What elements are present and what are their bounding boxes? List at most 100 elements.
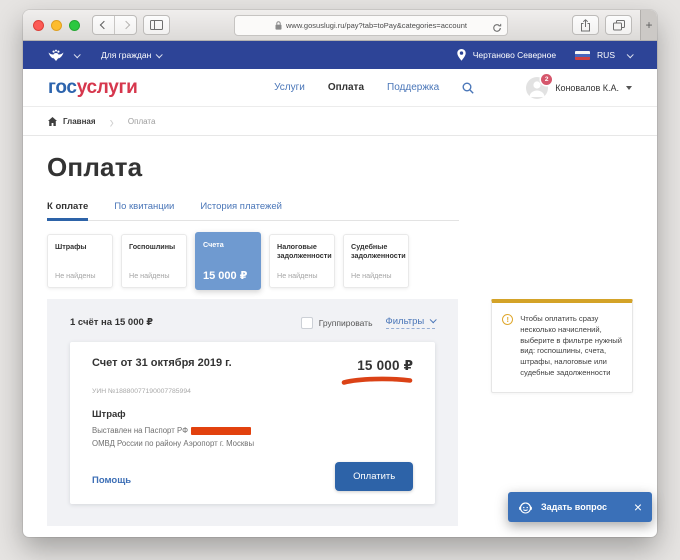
support-headset-icon bbox=[519, 501, 532, 514]
category-tax-debts[interactable]: Налоговые задолженности Не найдены bbox=[269, 234, 335, 288]
tab-history[interactable]: История платежей bbox=[200, 201, 282, 220]
category-title: Штрафы bbox=[55, 242, 87, 251]
desktop-background: www.gosuslugi.ru/pay?tab=toPay&categorie… bbox=[0, 0, 680, 560]
user-menu[interactable]: 2 Коновалов К.А. bbox=[526, 73, 632, 99]
group-label: Группировать bbox=[318, 317, 373, 328]
category-cards: Штрафы Не найдены Госпошлины Не найдены … bbox=[47, 232, 412, 290]
forward-icon bbox=[121, 20, 130, 30]
chat-label: Задать вопрос bbox=[541, 502, 608, 512]
gosuslugi-logo[interactable]: госуслуги bbox=[48, 77, 138, 99]
close-icon[interactable]: × bbox=[634, 500, 642, 514]
gov-top-bar: Для граждан Чертаново Северное RUS bbox=[23, 41, 657, 69]
category-fines[interactable]: Штрафы Не найдены bbox=[47, 234, 113, 288]
bill-type: Штраф bbox=[92, 409, 126, 420]
bills-summary: 1 счёт на 15 000 ₽ bbox=[70, 317, 154, 328]
filters-button[interactable]: Фильтры bbox=[385, 316, 437, 329]
breadcrumb-current: Оплата bbox=[127, 116, 156, 126]
search-icon[interactable] bbox=[462, 82, 474, 94]
bill-uin: УИН №18880077190007785994 bbox=[92, 388, 191, 395]
close-window-button[interactable] bbox=[33, 19, 44, 31]
bill-amount: 15 000 ₽ bbox=[357, 358, 414, 373]
chevron-down-icon bbox=[155, 50, 164, 58]
bill-issuer: ОМВД России по району Аэропорт г. Москвы bbox=[92, 439, 255, 448]
notification-badge: 2 bbox=[541, 73, 553, 85]
pay-button[interactable]: Оплатить bbox=[335, 462, 414, 491]
category-title: Налоговые задолженности bbox=[277, 242, 332, 260]
location-pin-icon bbox=[457, 49, 466, 61]
nav-payment[interactable]: Оплата bbox=[328, 82, 364, 93]
share-icon bbox=[581, 18, 590, 31]
red-marker-underline bbox=[341, 376, 413, 385]
main-content: Оплата К оплате По квитанции История пла… bbox=[23, 136, 657, 526]
reload-button[interactable] bbox=[492, 20, 502, 38]
home-icon bbox=[48, 116, 57, 126]
gov-emblem-menu[interactable] bbox=[48, 49, 81, 62]
help-link[interactable]: Помощь bbox=[92, 475, 131, 491]
bills-panel: 1 счёт на 15 000 ₽ Группировать Фильтры bbox=[47, 299, 459, 526]
site-header: госуслуги Услуги Оплата Поддержка 2 Коно… bbox=[23, 69, 657, 106]
user-name: Коновалов К.А. bbox=[555, 82, 619, 93]
sidebar-toggle-button[interactable] bbox=[143, 15, 170, 35]
tab-to-pay[interactable]: К оплате bbox=[47, 201, 89, 221]
filters-label: Фильтры bbox=[385, 316, 425, 327]
chevron-down-icon bbox=[626, 50, 634, 58]
category-title: Госпошлины bbox=[129, 242, 176, 251]
address-bar[interactable]: www.gosuslugi.ru/pay?tab=toPay&categorie… bbox=[234, 14, 508, 38]
new-tab-icon: + bbox=[645, 18, 653, 32]
logo-part-red: услуги bbox=[76, 76, 138, 98]
breadcrumb-home[interactable]: Главная bbox=[63, 117, 96, 126]
group-checkbox[interactable] bbox=[300, 316, 313, 329]
page-title: Оплата bbox=[47, 152, 143, 182]
coat-of-arms-icon bbox=[48, 49, 64, 61]
bill-card: Счет от 31 октября 2019 г. 15 000 ₽ УИН … bbox=[70, 342, 436, 504]
category-title: Счета bbox=[203, 240, 224, 249]
nav-support[interactable]: Поддержка bbox=[387, 82, 439, 93]
category-court-debts[interactable]: Судебные задолженности Не найдены bbox=[343, 234, 409, 288]
sidebar-icon bbox=[150, 20, 163, 30]
location-selector[interactable]: Чертаново Северное bbox=[473, 50, 556, 60]
minimize-window-button[interactable] bbox=[51, 19, 62, 31]
bill-issued-to: Выставлен на Паспорт РФ bbox=[92, 426, 188, 435]
zoom-window-button[interactable] bbox=[69, 19, 80, 31]
browser-window: www.gosuslugi.ru/pay?tab=toPay&categorie… bbox=[23, 10, 657, 537]
main-nav: Услуги Оплата Поддержка bbox=[274, 82, 474, 94]
url-text: www.gosuslugi.ru/pay?tab=toPay&categorie… bbox=[286, 20, 467, 30]
category-duties[interactable]: Госпошлины Не найдены bbox=[121, 234, 187, 288]
category-value: Не найдены bbox=[351, 271, 392, 280]
chevron-down-icon bbox=[429, 316, 437, 324]
new-tab-button[interactable]: + bbox=[640, 10, 657, 40]
category-title: Судебные задолженности bbox=[351, 242, 406, 260]
bill-title: Счет от 31 октября 2019 г. bbox=[92, 357, 232, 369]
reload-icon bbox=[493, 23, 502, 32]
window-controls bbox=[33, 19, 80, 31]
audience-selector[interactable]: Для граждан bbox=[101, 50, 164, 60]
category-value: Не найдены bbox=[277, 271, 318, 280]
tabs-icon bbox=[612, 19, 625, 30]
breadcrumb-separator-icon: › bbox=[109, 111, 114, 131]
breadcrumb: Главная › Оплата bbox=[23, 106, 657, 136]
browser-toolbar: www.gosuslugi.ru/pay?tab=toPay&categorie… bbox=[23, 10, 657, 41]
nav-services[interactable]: Услуги bbox=[274, 82, 305, 93]
tab-by-receipt[interactable]: По квитанции bbox=[114, 201, 174, 220]
alert-circle-icon: ! bbox=[502, 314, 514, 325]
chevron-down-icon bbox=[626, 85, 632, 90]
group-toggle[interactable]: Группировать bbox=[300, 316, 373, 329]
lock-icon bbox=[275, 20, 282, 30]
back-button[interactable] bbox=[93, 16, 114, 34]
tab-overview-button[interactable] bbox=[605, 15, 632, 35]
category-accounts-selected[interactable]: Счета 15 000 ₽ bbox=[195, 232, 261, 290]
logo-part-blue: гос bbox=[48, 76, 77, 98]
chevron-down-icon bbox=[73, 50, 81, 58]
language-selector[interactable]: RUS bbox=[597, 50, 615, 60]
forward-button[interactable] bbox=[114, 16, 136, 34]
avatar: 2 bbox=[526, 73, 553, 99]
payment-tabs: К оплате По квитанции История платежей bbox=[47, 201, 459, 221]
info-box: ! Чтобы оплатить сразу несколько начисле… bbox=[491, 299, 633, 393]
share-button[interactable] bbox=[572, 15, 599, 35]
history-nav-group bbox=[92, 15, 137, 35]
category-value: Не найдены bbox=[55, 271, 96, 280]
category-value: 15 000 ₽ bbox=[203, 270, 248, 282]
chat-widget[interactable]: Задать вопрос × bbox=[508, 492, 652, 522]
category-value: Не найдены bbox=[129, 271, 170, 280]
info-text: Чтобы оплатить сразу несколько начислени… bbox=[520, 314, 622, 377]
